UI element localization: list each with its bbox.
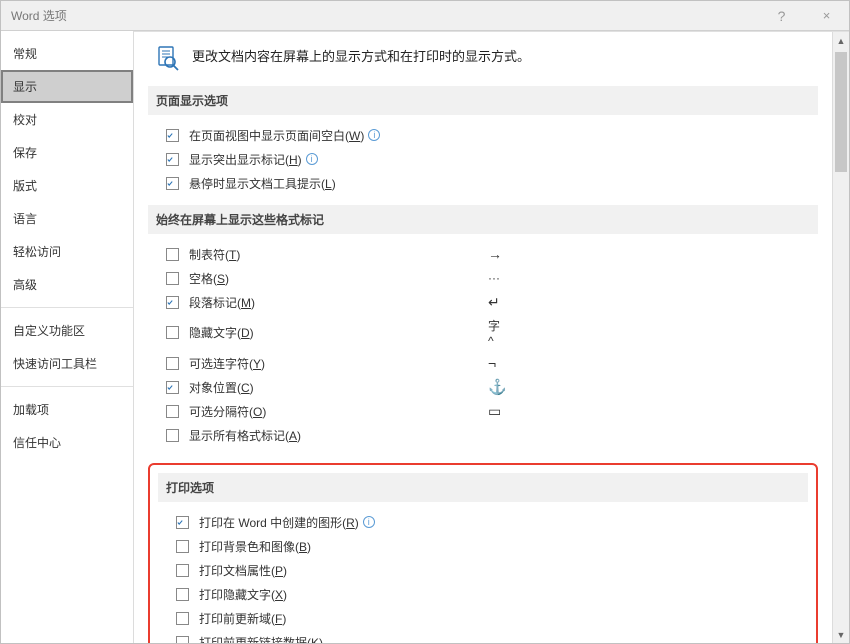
section-header-print-options: 打印选项 xyxy=(158,473,808,502)
option-row: 打印背景色和图像(B) xyxy=(158,534,808,558)
sidebar-item[interactable]: 版式 xyxy=(1,169,133,202)
checkbox[interactable] xyxy=(176,516,189,529)
checkbox[interactable] xyxy=(176,588,189,601)
option-row: 显示所有格式标记(A) xyxy=(148,423,818,447)
option-row: 打印在 Word 中创建的图形(R) i xyxy=(158,510,808,534)
option-label[interactable]: 悬停时显示文档工具提示(L) xyxy=(189,175,336,192)
checkbox[interactable] xyxy=(166,405,179,418)
option-row: 打印前更新链接数据(K) xyxy=(158,630,808,643)
sidebar-item[interactable]: 语言 xyxy=(1,202,133,235)
help-button[interactable]: ? xyxy=(759,1,804,31)
option-label[interactable]: 空格(S) xyxy=(189,270,229,287)
sidebar-item[interactable]: 显示 xyxy=(1,70,133,103)
option-row: 打印文档属性(P) xyxy=(158,558,808,582)
option-row: 制表符(T) → xyxy=(148,242,818,266)
option-row: 隐藏文字(D) 字^ xyxy=(148,314,818,351)
titlebar: Word 选项 ? × xyxy=(1,1,849,31)
sidebar-item[interactable]: 快速访问工具栏 xyxy=(1,347,133,380)
section-header-page-display: 页面显示选项 xyxy=(148,86,818,115)
format-mark-symbol: 字^ xyxy=(488,317,818,348)
checkbox[interactable] xyxy=(166,177,179,190)
checkbox[interactable] xyxy=(166,357,179,370)
option-row: 悬停时显示文档工具提示(L) xyxy=(148,171,818,195)
format-mark-symbol: ⚓ xyxy=(488,378,818,396)
checkbox[interactable] xyxy=(166,248,179,261)
option-row: 可选分隔符(O) ▭ xyxy=(148,399,818,423)
option-row: 打印隐藏文字(X) xyxy=(158,582,808,606)
option-label[interactable]: 在页面视图中显示页面间空白(W) xyxy=(189,127,364,144)
option-label[interactable]: 对象位置(C) xyxy=(189,379,254,396)
section-header-formatting-marks: 始终在屏幕上显示这些格式标记 xyxy=(148,205,818,234)
sidebar-item[interactable]: 自定义功能区 xyxy=(1,314,133,347)
option-row: 可选连字符(Y) ¬ xyxy=(148,351,818,375)
sidebar-item[interactable]: 校对 xyxy=(1,103,133,136)
options-dialog: Word 选项 ? × 常规显示校对保存版式语言轻松访问高级 自定义功能区快速访… xyxy=(0,0,850,644)
checkbox[interactable] xyxy=(166,326,179,339)
checkbox[interactable] xyxy=(176,564,189,577)
option-row: 显示突出显示标记(H) i xyxy=(148,147,818,171)
sidebar-item[interactable]: 保存 xyxy=(1,136,133,169)
option-label[interactable]: 段落标记(M) xyxy=(189,294,255,311)
checkbox[interactable] xyxy=(166,296,179,309)
option-label[interactable]: 打印前更新域(F) xyxy=(199,610,286,627)
checkbox[interactable] xyxy=(166,129,179,142)
option-label[interactable]: 隐藏文字(D) xyxy=(189,324,254,341)
checkbox[interactable] xyxy=(166,272,179,285)
nav-separator xyxy=(1,386,133,387)
info-icon[interactable]: i xyxy=(363,516,375,528)
option-label[interactable]: 可选分隔符(O) xyxy=(189,403,266,420)
checkbox[interactable] xyxy=(176,540,189,553)
checkbox[interactable] xyxy=(166,429,179,442)
option-row: 对象位置(C) ⚓ xyxy=(148,375,818,399)
option-row: 在页面视图中显示页面间空白(W) i xyxy=(148,123,818,147)
option-row: 空格(S) ··· xyxy=(148,266,818,290)
info-icon[interactable]: i xyxy=(306,153,318,165)
option-label[interactable]: 可选连字符(Y) xyxy=(189,355,265,372)
info-icon[interactable]: i xyxy=(368,129,380,141)
dialog-body: 常规显示校对保存版式语言轻松访问高级 自定义功能区快速访问工具栏 加载项信任中心 xyxy=(1,31,849,643)
print-options-highlight-box: 打印选项 打印在 Word 中创建的图形(R) i 打印背景色和图像(B) 打印文档属… xyxy=(148,463,818,643)
checkbox[interactable] xyxy=(176,612,189,625)
sidebar-item[interactable]: 高级 xyxy=(1,268,133,301)
format-mark-symbol: ¬ xyxy=(488,355,818,371)
content-wrap: 更改文档内容在屏幕上的显示方式和在打印时的显示方式。 页面显示选项 在页面视图中… xyxy=(134,31,849,643)
sidebar-item[interactable]: 加载项 xyxy=(1,393,133,426)
option-label[interactable]: 打印在 Word 中创建的图形(R) xyxy=(199,514,359,531)
option-row: 打印前更新域(F) xyxy=(158,606,808,630)
option-label[interactable]: 制表符(T) xyxy=(189,246,240,263)
magnifier-page-icon xyxy=(154,44,182,72)
nav-separator xyxy=(1,307,133,308)
close-button[interactable]: × xyxy=(804,1,849,31)
format-mark-symbol: → xyxy=(488,246,818,262)
option-label[interactable]: 显示突出显示标记(H) xyxy=(189,151,302,168)
option-label[interactable]: 打印文档属性(P) xyxy=(199,562,287,579)
option-label[interactable]: 打印隐藏文字(X) xyxy=(199,586,287,603)
sidebar: 常规显示校对保存版式语言轻松访问高级 自定义功能区快速访问工具栏 加载项信任中心 xyxy=(1,31,134,643)
checkbox[interactable] xyxy=(166,153,179,166)
window-title: Word 选项 xyxy=(11,7,759,24)
sidebar-item[interactable]: 常规 xyxy=(1,37,133,70)
scroll-thumb[interactable] xyxy=(835,52,847,172)
option-row: 段落标记(M) ↵ xyxy=(148,290,818,314)
option-label[interactable]: 显示所有格式标记(A) xyxy=(189,427,301,444)
vertical-scrollbar[interactable]: ▲ ▼ xyxy=(832,32,849,643)
intro-row: 更改文档内容在屏幕上的显示方式和在打印时的显示方式。 xyxy=(154,44,818,72)
checkbox[interactable] xyxy=(176,636,189,644)
format-mark-symbol: ▭ xyxy=(488,403,818,420)
intro-text: 更改文档内容在屏幕上的显示方式和在打印时的显示方式。 xyxy=(192,44,530,65)
format-mark-symbol: ··· xyxy=(488,271,818,285)
scroll-down-arrow[interactable]: ▼ xyxy=(833,626,849,643)
option-label[interactable]: 打印背景色和图像(B) xyxy=(199,538,311,555)
sidebar-item[interactable]: 轻松访问 xyxy=(1,235,133,268)
checkbox[interactable] xyxy=(166,381,179,394)
option-label[interactable]: 打印前更新链接数据(K) xyxy=(199,634,323,644)
content-pane: 更改文档内容在屏幕上的显示方式和在打印时的显示方式。 页面显示选项 在页面视图中… xyxy=(134,32,832,643)
format-mark-symbol: ↵ xyxy=(488,294,818,311)
scroll-up-arrow[interactable]: ▲ xyxy=(833,32,849,49)
window-buttons: ? × xyxy=(759,1,849,31)
sidebar-item[interactable]: 信任中心 xyxy=(1,426,133,459)
